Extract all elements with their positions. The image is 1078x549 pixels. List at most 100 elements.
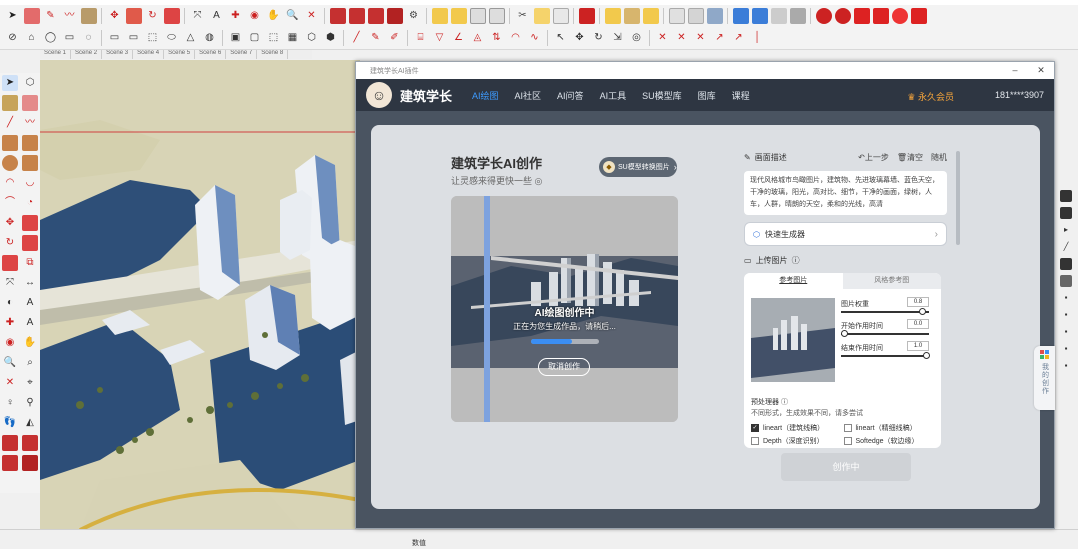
pan-icon[interactable]: ✋	[266, 8, 282, 24]
style-red-icon[interactable]	[578, 8, 595, 24]
line-icon[interactable]: ╱	[349, 30, 365, 46]
ungroup-icon[interactable]: ▢	[247, 30, 263, 46]
refresh-icon[interactable]: ↻	[591, 30, 607, 46]
eraser-left-icon[interactable]	[22, 95, 38, 111]
select-box-icon[interactable]: ⬚	[266, 30, 282, 46]
scene-tab[interactable]: Scene 3	[102, 50, 134, 59]
help-icon[interactable]: ⓘ	[792, 255, 800, 266]
undo-button[interactable]: ↶上一步	[858, 152, 889, 163]
pencil-icon[interactable]: ✎	[43, 8, 59, 24]
components-icon[interactable]	[604, 8, 621, 24]
scene-tab[interactable]: Scene 1	[40, 50, 72, 59]
scrollbar[interactable]	[956, 151, 960, 245]
ai-render-icon[interactable]	[891, 8, 908, 24]
uploaded-image-thumbnail[interactable]	[751, 298, 835, 382]
angle-icon[interactable]: ∠	[451, 30, 467, 46]
text-icon[interactable]: A	[209, 8, 225, 24]
cross-red3-icon[interactable]: ✕	[693, 30, 709, 46]
render-icon[interactable]	[815, 8, 832, 24]
select-arrow-icon[interactable]: ➤	[5, 8, 21, 24]
group-icon[interactable]: ▣	[228, 30, 244, 46]
shadows-icon[interactable]	[706, 8, 723, 24]
target-icon[interactable]: ◎	[629, 30, 645, 46]
slider-knob[interactable]	[918, 308, 926, 315]
model-viewport[interactable]	[40, 60, 360, 530]
frame-icon[interactable]: ▭	[107, 30, 123, 46]
zoom-left-icon[interactable]: 🔍	[2, 355, 18, 371]
tab-reference-image[interactable]: 参考图片	[744, 273, 843, 289]
cube-icon[interactable]: ⬚	[145, 30, 161, 46]
sandbox-icon[interactable]	[732, 8, 749, 24]
export-icon[interactable]: ⇲	[610, 30, 626, 46]
tray4-icon[interactable]: ╱	[1060, 241, 1072, 253]
zoom-window-icon[interactable]: ⌕	[22, 355, 38, 371]
extension-left-icon[interactable]	[2, 455, 18, 471]
polygon-icon[interactable]	[22, 155, 38, 171]
tray3-icon[interactable]: ▸	[1060, 224, 1072, 236]
front-view-icon[interactable]	[469, 8, 486, 24]
checkbox[interactable]	[843, 437, 852, 446]
arc3-left-icon[interactable]: ⌒	[2, 195, 18, 211]
tray6-icon[interactable]	[1060, 275, 1072, 287]
cylinder-icon[interactable]: ⬭	[164, 30, 180, 46]
outliner-icon[interactable]	[668, 8, 685, 24]
offset-icon[interactable]: ⧉	[22, 255, 38, 271]
ruby-left-icon[interactable]	[22, 455, 38, 471]
tray-icon[interactable]	[1060, 190, 1072, 202]
top-view-icon[interactable]	[450, 8, 467, 24]
cone-icon[interactable]: △	[183, 30, 199, 46]
extension-icon[interactable]	[348, 8, 365, 24]
stairs-icon[interactable]: ⌸	[413, 30, 429, 46]
slider-value-input[interactable]: 0.8	[907, 297, 929, 307]
tray2-icon[interactable]	[1060, 207, 1072, 219]
slider-image-weight[interactable]: 图片权重 0.8	[841, 297, 933, 315]
cross-red2-icon[interactable]: ✕	[674, 30, 690, 46]
materials-icon[interactable]	[623, 8, 640, 24]
minimize-icon[interactable]: –	[1002, 62, 1028, 79]
checkbox[interactable]: ✓	[751, 424, 759, 433]
scale-icon[interactable]	[163, 8, 180, 24]
circle-slash-icon[interactable]: ⊘	[5, 30, 21, 46]
tray9-icon[interactable]: ▪	[1060, 326, 1072, 338]
render-red-icon[interactable]	[853, 8, 870, 24]
rotated-rect-icon[interactable]	[22, 135, 38, 151]
tab-style-reference[interactable]: 风格参考图	[843, 273, 942, 289]
scenes-icon[interactable]	[687, 8, 704, 24]
hex-icon[interactable]: ⬡	[304, 30, 320, 46]
grid-icon[interactable]: ▦	[285, 30, 301, 46]
preprocessor-option[interactable]: ✓ lineart（建筑线稿）	[751, 423, 844, 433]
arrows-icon[interactable]: ⇅	[489, 30, 505, 46]
slider-value-input[interactable]: 1.0	[907, 341, 929, 351]
tray10-icon[interactable]: ▪	[1060, 343, 1072, 355]
orbit-icon[interactable]: ◉	[247, 8, 263, 24]
light-icon[interactable]	[910, 8, 927, 24]
slider-value-input[interactable]: 0.0	[907, 319, 929, 329]
arc-left-icon[interactable]: ◠	[2, 175, 18, 191]
cross-red-icon[interactable]: ✕	[655, 30, 671, 46]
settings-icon[interactable]: ⚙	[406, 8, 422, 24]
scale-left-icon[interactable]	[2, 255, 18, 271]
tape-measure-icon[interactable]: ⤧	[190, 8, 206, 24]
text-left-icon[interactable]: A	[22, 295, 38, 311]
scene-tab[interactable]: Scene 7	[226, 50, 258, 59]
diagonal-icon[interactable]: ↗	[712, 30, 728, 46]
user-phone[interactable]: 181****3907	[995, 90, 1044, 100]
nav-ai-qa[interactable]: AI问答	[557, 89, 584, 102]
scene-tab[interactable]: Scene 8	[257, 50, 289, 59]
shape-icon[interactable]: ⌂	[24, 30, 40, 46]
tape-left-icon[interactable]: ⤧	[2, 275, 18, 291]
nav-ai-community[interactable]: AI社区	[515, 89, 542, 102]
render-settings-icon[interactable]	[834, 8, 851, 24]
slider-knob[interactable]	[923, 352, 930, 359]
slider-knob[interactable]	[841, 330, 848, 337]
pie-icon[interactable]: ◔	[22, 195, 38, 211]
arc2-left-icon[interactable]: ◡	[22, 175, 38, 191]
zoom-extents-left-icon[interactable]: ✕	[2, 375, 18, 391]
tray5-icon[interactable]	[1060, 258, 1072, 270]
paint-icon[interactable]	[2, 95, 18, 111]
previous-view-icon[interactable]: ⌖	[22, 375, 38, 391]
quick-prompt-selector[interactable]: ⬡ 快速生成器 ›	[744, 222, 947, 246]
pen-icon[interactable]: ✎	[368, 30, 384, 46]
section-plane-icon[interactable]: ✂	[515, 8, 531, 24]
tray8-icon[interactable]: ▪	[1060, 309, 1072, 321]
